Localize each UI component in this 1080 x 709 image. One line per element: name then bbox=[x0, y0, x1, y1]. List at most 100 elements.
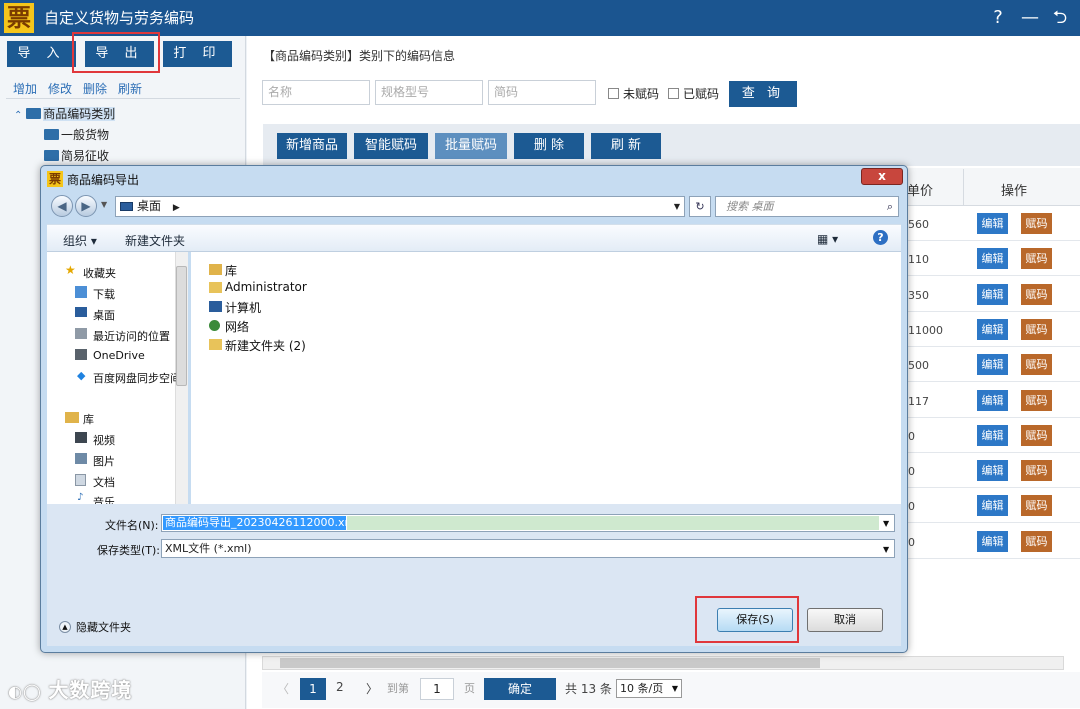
per-page-value: 10 条/页 bbox=[620, 682, 664, 695]
file-item-network[interactable]: 网络 bbox=[225, 318, 249, 335]
file-item-library[interactable]: 库 bbox=[225, 262, 237, 279]
unassigned-checkbox[interactable]: 未赋码 bbox=[608, 85, 659, 102]
add-link[interactable]: 增加 bbox=[13, 80, 37, 97]
history-dropdown-icon[interactable]: ▼ bbox=[101, 200, 107, 209]
forward-arrow-icon[interactable]: ▶ bbox=[75, 195, 97, 217]
export-highlight-box bbox=[72, 32, 160, 73]
nav-favorites[interactable]: 收藏夹 bbox=[83, 265, 193, 281]
delete-button[interactable]: 删 除 bbox=[514, 133, 584, 159]
spec-input[interactable]: 规格型号 bbox=[375, 80, 483, 105]
smart-assign-button[interactable]: 智能赋码 bbox=[354, 133, 428, 159]
per-page-select[interactable]: 10 条/页 ▼ bbox=[616, 679, 682, 698]
assign-code-button[interactable]: 赋码 bbox=[1021, 248, 1052, 269]
nav-onedrive[interactable]: OneDrive bbox=[93, 349, 203, 362]
row-divider bbox=[902, 311, 1080, 312]
close-icon[interactable]: x bbox=[861, 168, 903, 185]
back-arrow-icon[interactable]: ◀ bbox=[51, 195, 73, 217]
nav-video[interactable]: 视频 bbox=[93, 432, 203, 448]
chevron-up-icon: ▲ bbox=[59, 621, 71, 633]
assign-code-button[interactable]: 赋码 bbox=[1021, 495, 1052, 516]
add-product-button[interactable]: 新增商品 bbox=[277, 133, 347, 159]
help-icon[interactable]: ? bbox=[984, 4, 1012, 32]
nav-recent[interactable]: 最近访问的位置 bbox=[93, 328, 203, 344]
refresh-icon[interactable]: ↻ bbox=[689, 196, 711, 217]
refresh-link[interactable]: 刷新 bbox=[118, 80, 142, 97]
file-item-computer[interactable]: 计算机 bbox=[225, 299, 261, 316]
name-input[interactable]: 名称 bbox=[262, 80, 370, 105]
cancel-button[interactable]: 取消 bbox=[807, 608, 883, 632]
address-dropdown-icon[interactable]: ▼ bbox=[674, 197, 680, 216]
nav-pictures[interactable]: 图片 bbox=[93, 453, 203, 469]
assign-code-button[interactable]: 赋码 bbox=[1021, 460, 1052, 481]
nav-baidu[interactable]: 百度网盘同步空间 bbox=[93, 370, 176, 386]
minimize-icon[interactable]: — bbox=[1016, 4, 1044, 32]
assign-code-button[interactable]: 赋码 bbox=[1021, 284, 1052, 305]
nav-desktop[interactable]: 桌面 bbox=[93, 307, 203, 323]
page-2-button[interactable]: 2 bbox=[336, 680, 344, 694]
file-item-administrator[interactable]: Administrator bbox=[225, 280, 307, 294]
import-button[interactable]: 导 入 bbox=[7, 41, 76, 67]
assign-code-button[interactable]: 赋码 bbox=[1021, 354, 1052, 375]
dialog-title: 商品编码导出 bbox=[67, 173, 140, 187]
goto-page-input[interactable]: 1 bbox=[420, 678, 454, 700]
tree-item-label: 简易征收 bbox=[61, 149, 110, 163]
edit-button[interactable]: 编辑 bbox=[977, 495, 1008, 516]
scrollbar-thumb[interactable] bbox=[280, 658, 820, 668]
edit-button[interactable]: 编辑 bbox=[977, 460, 1008, 481]
row-divider bbox=[902, 381, 1080, 382]
nav-documents[interactable]: 文档 bbox=[93, 474, 203, 490]
collapse-icon[interactable]: ⌃ bbox=[14, 110, 22, 121]
page-suffix: 页 bbox=[464, 682, 475, 695]
assigned-checkbox[interactable]: 已赋码 bbox=[668, 85, 719, 102]
edit-link[interactable]: 修改 bbox=[48, 80, 72, 97]
tree-item[interactable]: 简易征收 bbox=[44, 147, 109, 164]
back-icon[interactable]: ⮌ bbox=[1046, 4, 1074, 32]
edit-button[interactable]: 编辑 bbox=[977, 248, 1008, 269]
new-folder-button[interactable]: 新建文件夹 bbox=[125, 232, 185, 249]
filetype-dropdown-icon[interactable]: ▼ bbox=[883, 545, 889, 554]
print-button[interactable]: 打 印 bbox=[163, 41, 232, 67]
page-1-button[interactable]: 1 bbox=[300, 678, 326, 700]
edit-button[interactable]: 编辑 bbox=[977, 531, 1008, 552]
assign-code-button[interactable]: 赋码 bbox=[1021, 390, 1052, 411]
organize-menu[interactable]: 组织 ▾ bbox=[63, 232, 97, 249]
assign-code-button[interactable]: 赋码 bbox=[1021, 531, 1052, 552]
nav-music[interactable]: 音乐 bbox=[93, 494, 203, 504]
assign-code-button[interactable]: 赋码 bbox=[1021, 319, 1052, 340]
edit-button[interactable]: 编辑 bbox=[977, 213, 1008, 234]
filename-dropdown-icon[interactable]: ▼ bbox=[883, 519, 889, 528]
unit-price-cell: 11000 bbox=[908, 324, 943, 337]
edit-button[interactable]: 编辑 bbox=[977, 319, 1008, 340]
help-icon[interactable]: ? bbox=[873, 230, 888, 245]
save-highlight-box bbox=[695, 596, 799, 643]
tree-root[interactable]: ⌃ 商品编码类别 bbox=[14, 105, 116, 122]
hide-folders-toggle[interactable]: ▲ 隐藏文件夹 bbox=[59, 619, 131, 635]
batch-assign-button[interactable]: 批量赋码 bbox=[435, 133, 507, 159]
library-icon bbox=[65, 412, 79, 423]
search-input[interactable]: 搜索 桌面 ⌕ bbox=[715, 196, 899, 217]
edit-button[interactable]: 编辑 bbox=[977, 390, 1008, 411]
tree-item[interactable]: 一般货物 bbox=[44, 126, 109, 143]
nav-scrollbar-thumb[interactable] bbox=[176, 266, 187, 386]
filename-value[interactable]: 商品编码导出_20230426112000.xml bbox=[163, 516, 346, 530]
nav-libraries[interactable]: 库 bbox=[83, 411, 193, 427]
prev-page-button[interactable]: 〈 bbox=[277, 680, 289, 697]
edit-button[interactable]: 编辑 bbox=[977, 284, 1008, 305]
confirm-button[interactable]: 确定 bbox=[484, 678, 556, 700]
address-bar[interactable]: 桌面 ▶ ▼ bbox=[115, 196, 685, 217]
code-input[interactable]: 简码 bbox=[488, 80, 596, 105]
filename-empty-area[interactable] bbox=[347, 516, 879, 530]
file-item-new-folder-2[interactable]: 新建文件夹 (2) bbox=[225, 337, 306, 354]
assign-code-button[interactable]: 赋码 bbox=[1021, 425, 1052, 446]
nav-download[interactable]: 下载 bbox=[93, 286, 203, 302]
delete-link[interactable]: 删除 bbox=[83, 80, 107, 97]
assign-code-button[interactable]: 赋码 bbox=[1021, 213, 1052, 234]
next-page-button[interactable]: 〉 bbox=[366, 680, 378, 697]
filetype-select[interactable]: XML文件 (*.xml) bbox=[161, 539, 895, 558]
query-button[interactable]: 查 询 bbox=[729, 81, 797, 107]
row-divider bbox=[902, 522, 1080, 523]
refresh-button[interactable]: 刷 新 bbox=[591, 133, 661, 159]
view-options-icon[interactable]: ▦ ▾ bbox=[817, 232, 838, 246]
edit-button[interactable]: 编辑 bbox=[977, 425, 1008, 446]
edit-button[interactable]: 编辑 bbox=[977, 354, 1008, 375]
